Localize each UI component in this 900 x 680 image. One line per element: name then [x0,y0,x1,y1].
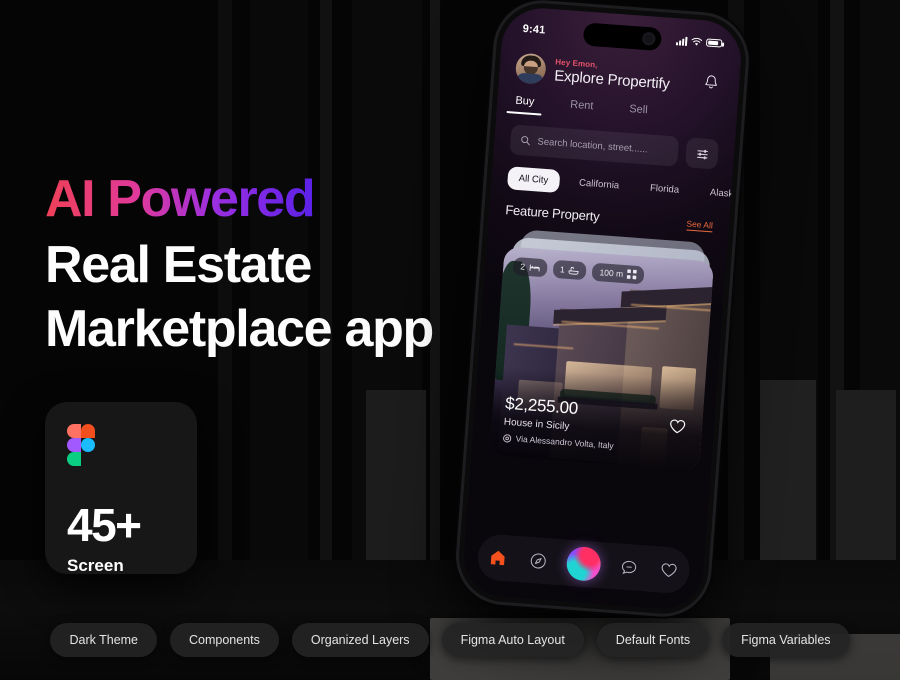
feature-pill-row: Dark Theme Components Organized Layers F… [0,623,900,657]
screen-count: 45+ [67,499,142,551]
nav-favorites-icon[interactable] [656,557,682,583]
dynamic-island [582,22,663,52]
badge-baths: 1 [552,259,588,281]
beds-count: 2 [519,261,526,272]
badge-beds: 2 [512,256,548,278]
phone-screen: 9:41 Hey Emon, Explore Propertify Buy Re… [461,5,744,612]
bath-icon [569,266,580,275]
badge-area: 100 m [591,262,645,285]
pill-dark-theme[interactable]: Dark Theme [50,623,158,657]
pill-figma-variables[interactable]: Figma Variables [722,623,850,657]
chip-california[interactable]: California [567,171,631,198]
location-pin-icon [503,433,512,442]
screen-count-card: 45+ Screen [45,402,197,575]
chip-alaska[interactable]: Alaska [698,180,744,207]
nav-chat-icon[interactable] [616,554,642,580]
ai-assistant-orb-icon[interactable] [565,545,602,583]
hero-line-3: Marketplace app [45,299,434,358]
city-filter-chips: All City California Florida Alaska [506,166,739,205]
phone-frame: 9:41 Hey Emon, Explore Propertify Buy Re… [455,0,750,617]
pill-organized-layers[interactable]: Organized Layers [291,623,429,657]
bed-icon [529,263,540,271]
hero-line-2: Real Estate [45,236,312,295]
hero-copy: AI Powered Real Estate Marketplace app [45,172,515,361]
search-input[interactable]: Search location, street...... [509,124,680,167]
wifi-icon [691,37,703,46]
search-placeholder: Search location, street...... [537,135,648,155]
status-icons [675,36,723,48]
greeting-block: Hey Emon, Explore Propertify [554,57,692,94]
tab-rent[interactable]: Rent [569,99,594,120]
nav-explore-icon[interactable] [526,548,552,574]
pill-default-fonts[interactable]: Default Fonts [596,623,710,657]
filter-sliders-icon[interactable] [684,137,720,170]
search-icon [521,136,530,146]
section-title: Feature Property [504,202,601,225]
feature-section-header: Feature Property See All [504,202,714,233]
baths-count: 1 [559,264,566,275]
app-header: Hey Emon, Explore Propertify [499,51,741,98]
notification-bell-icon[interactable] [698,69,724,95]
bottom-navigation [476,533,692,595]
pill-figma-auto-layout[interactable]: Figma Auto Layout [441,623,584,657]
figma-logo-icon [67,424,97,468]
property-info: $2,255.00 House in Sicily Via Alessandro… [502,394,616,451]
tab-buy[interactable]: Buy [514,95,535,115]
heart-outline-icon [670,419,686,434]
phone-mockup: 9:41 Hey Emon, Explore Propertify Buy Re… [432,0,758,643]
search-row: Search location, street...... [509,124,720,170]
pill-components[interactable]: Components [170,623,279,657]
nav-home-icon[interactable] [485,545,511,571]
cellular-signal-icon [675,36,688,46]
featured-property-card[interactable]: 2 1 100 m $2,255.00 House in Sicily Via … [489,246,715,472]
chip-florida[interactable]: Florida [638,176,691,203]
status-time: 9:41 [522,22,546,37]
chip-all-city[interactable]: All City [506,166,561,193]
see-all-link[interactable]: See All [685,218,714,233]
area-value: 100 m [599,267,624,279]
hero-kicker: AI Powered [45,170,316,228]
area-icon [626,269,637,280]
screen-count-label: Screen [67,556,124,575]
tab-sell[interactable]: Sell [628,103,648,123]
listing-type-tabs: Buy Rent Sell [497,93,738,130]
favorite-button[interactable] [668,418,686,440]
battery-icon [705,38,723,48]
avatar[interactable] [514,52,547,85]
